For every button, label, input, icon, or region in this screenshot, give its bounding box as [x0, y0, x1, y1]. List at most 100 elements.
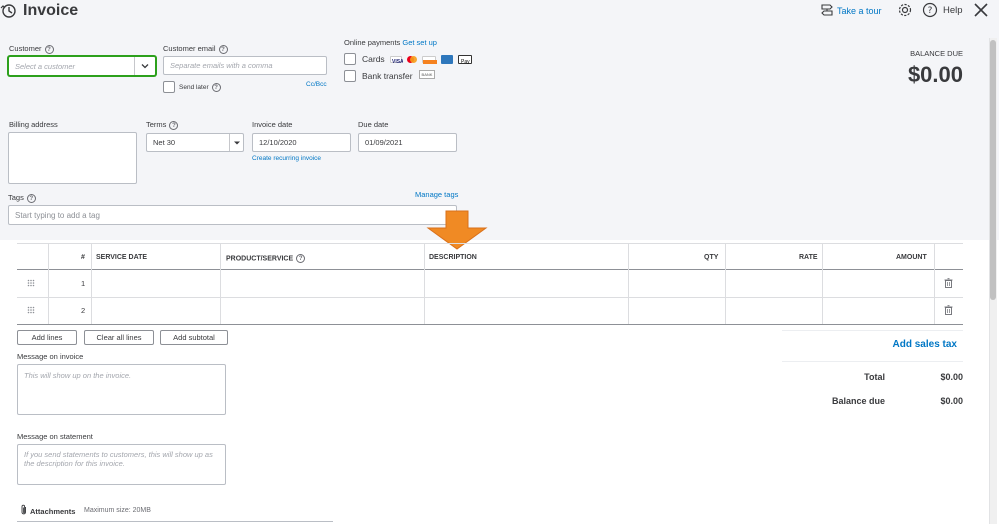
down-arrow-annotation	[426, 210, 488, 250]
cards-checkbox[interactable]	[344, 53, 356, 65]
add-sales-tax-link[interactable]: Add sales tax	[893, 339, 957, 350]
drag-handle-icon[interactable]	[27, 306, 35, 314]
add-lines-button[interactable]: Add lines	[17, 330, 77, 345]
table-bottom-border	[17, 324, 963, 325]
col-divider	[725, 244, 726, 324]
discover-icon	[422, 56, 437, 64]
bank-transfer-checkbox[interactable]	[344, 70, 356, 82]
add-subtotal-button[interactable]: Add subtotal	[160, 330, 228, 345]
terms-dropdown-separator	[229, 134, 230, 151]
online-payments-label: Online payments Get set up	[344, 38, 437, 47]
total-value: $0.00	[940, 372, 963, 382]
col-header-description: DESCRIPTION	[429, 254, 477, 261]
invoice-date-value: 12/10/2020	[259, 138, 297, 147]
col-header-product-service: PRODUCT/SERVICE?	[226, 254, 306, 263]
svg-text:Pay: Pay	[461, 59, 470, 65]
message-statement-field[interactable]: If you send statements to customers, thi…	[17, 444, 226, 485]
col-divider	[628, 244, 629, 324]
take-tour-link[interactable]: Take a tour	[837, 6, 882, 16]
visa-icon: VISA	[390, 56, 404, 65]
customer-email-field[interactable]: Separate emails with a comma	[163, 56, 327, 75]
customer-help-icon[interactable]: ?	[44, 44, 54, 54]
terms-value: Net 30	[153, 138, 176, 147]
manage-tags-link[interactable]: Manage tags	[415, 190, 458, 199]
cards-label: Cards	[362, 54, 385, 64]
col-header-service-date: SERVICE DATE	[96, 254, 148, 261]
trash-icon[interactable]	[944, 305, 953, 315]
col-header-qty: QTY	[704, 254, 719, 261]
help-icon[interactable]: ?	[922, 2, 938, 18]
tags-placeholder: Start typing to add a tag	[15, 210, 100, 220]
gear-icon[interactable]	[897, 2, 913, 18]
col-divider	[934, 244, 935, 324]
trash-icon[interactable]	[944, 278, 953, 288]
cc-bcc-link[interactable]: Cc/Bcc	[306, 81, 327, 88]
attachments-dropzone-border	[17, 521, 333, 522]
total-label: Total	[864, 372, 885, 382]
svg-text:VISA: VISA	[392, 59, 403, 64]
tags-input[interactable]: Start typing to add a tag	[8, 205, 457, 225]
help-link[interactable]: Help	[943, 5, 963, 16]
row-number: 2	[81, 306, 86, 315]
bank-icon: BANK	[419, 70, 435, 79]
customer-label: Customer?	[9, 44, 54, 54]
col-divider	[48, 244, 49, 324]
col-divider	[424, 244, 425, 324]
bank-transfer-label: Bank transfer	[362, 71, 413, 81]
customer-placeholder: Select a customer	[15, 61, 76, 71]
paperclip-icon[interactable]	[20, 504, 28, 516]
scrollbar-thumb[interactable]	[990, 40, 996, 300]
col-header-rate: RATE	[799, 254, 818, 261]
send-later-checkbox[interactable]	[163, 81, 175, 93]
due-date-label: Due date	[358, 120, 389, 129]
customer-email-label: Customer email?	[163, 44, 228, 54]
col-divider	[220, 244, 221, 324]
sales-tax-bottom-border	[782, 361, 963, 362]
terms-caret-icon[interactable]	[233, 139, 241, 147]
invoice-date-field[interactable]: 12/10/2020	[252, 133, 351, 152]
close-icon[interactable]	[972, 1, 990, 19]
mastercard-icon	[406, 55, 418, 64]
customer-dropdown-separator	[134, 57, 135, 75]
clear-all-lines-button[interactable]: Clear all lines	[84, 330, 154, 345]
product-help-icon[interactable]: ?	[296, 254, 306, 263]
balance-due-label: BALANCE DUE	[910, 49, 963, 58]
create-recurring-link[interactable]: Create recurring invoice	[252, 155, 321, 162]
message-invoice-field[interactable]: This will show up on the invoice.	[17, 364, 226, 415]
col-divider	[822, 244, 823, 324]
col-header-num: #	[81, 254, 85, 261]
col-header-amount: AMOUNT	[896, 254, 927, 261]
recent-icon[interactable]	[0, 2, 20, 20]
send-later-help-icon[interactable]: ?	[211, 83, 221, 92]
due-date-field[interactable]: 01/09/2021	[358, 133, 457, 152]
amex-icon	[441, 55, 453, 64]
message-statement-placeholder: If you send statements to customers, thi…	[24, 450, 213, 468]
chevron-down-icon[interactable]	[140, 61, 150, 71]
drag-handle-icon[interactable]	[27, 279, 35, 287]
billing-address-label: Billing address	[9, 120, 58, 129]
due-date-value: 01/09/2021	[365, 138, 403, 147]
send-later-label: Send later?	[179, 83, 221, 92]
invoice-date-label: Invoice date	[252, 120, 293, 129]
take-tour-icon[interactable]	[820, 3, 834, 17]
get-set-up-link[interactable]: Get set up	[402, 38, 437, 47]
email-placeholder: Separate emails with a comma	[170, 61, 273, 70]
billing-address-field[interactable]	[8, 132, 137, 184]
attachments-label: Attachments	[30, 507, 76, 516]
terms-label: Terms?	[146, 120, 179, 130]
sales-tax-top-border	[782, 330, 963, 331]
email-help-icon[interactable]: ?	[218, 44, 228, 54]
page-title: Invoice	[23, 2, 79, 19]
terms-help-icon[interactable]: ?	[169, 120, 179, 130]
col-divider	[91, 244, 92, 324]
message-invoice-label: Message on invoice	[17, 352, 84, 361]
tags-help-icon[interactable]: ?	[26, 193, 36, 203]
apple-pay-icon: Pay	[458, 55, 472, 65]
balance-due-amount: $0.00	[907, 62, 963, 87]
row-number: 1	[81, 279, 86, 288]
message-invoice-placeholder: This will show up on the invoice.	[24, 371, 132, 380]
balance-due-total-value: $0.00	[940, 396, 963, 406]
tags-label: Tags?	[8, 193, 36, 203]
message-statement-label: Message on statement	[17, 432, 93, 441]
balance-due-total-label: Balance due	[831, 396, 885, 406]
